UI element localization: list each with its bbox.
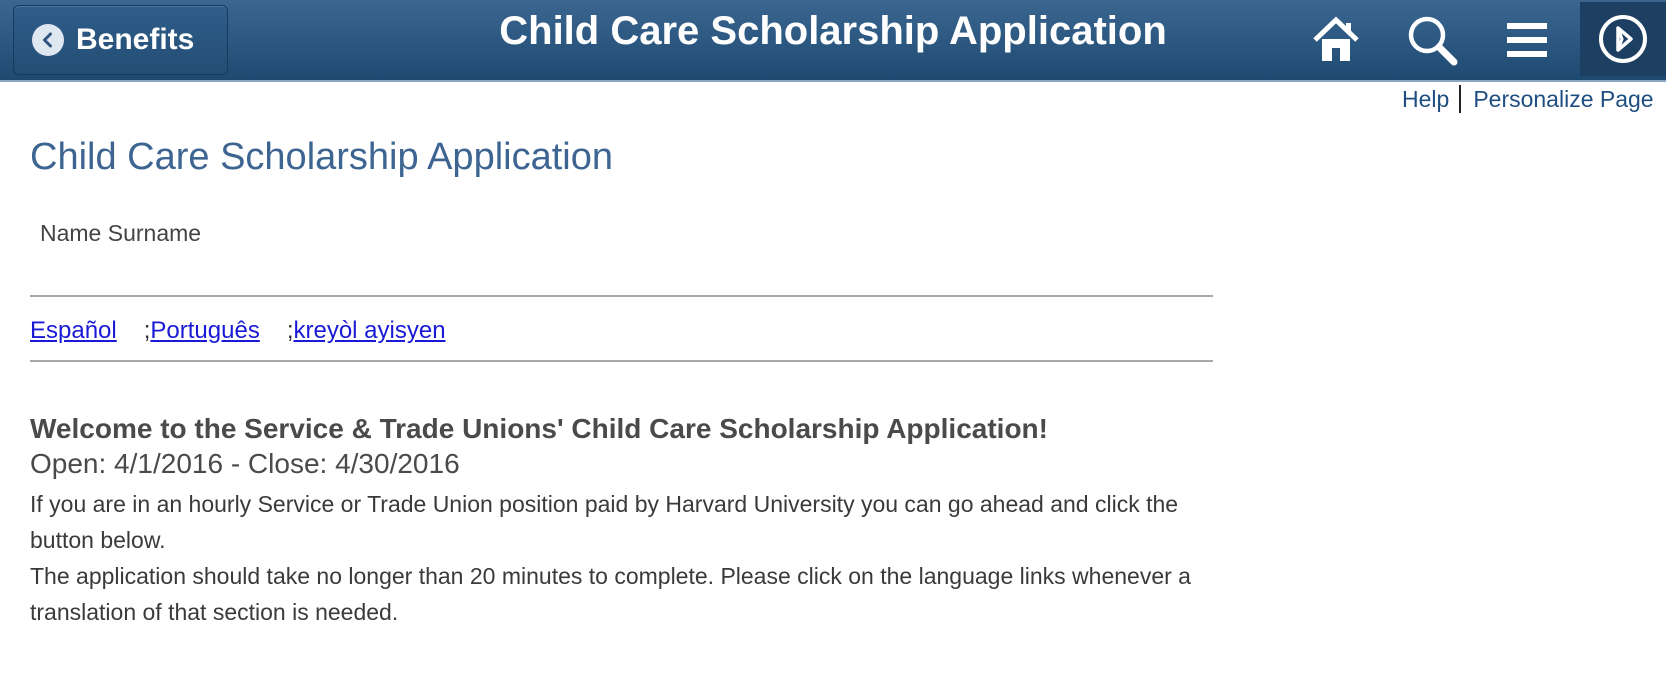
language-link-portugues[interactable]: Português bbox=[150, 317, 259, 344]
user-name: Name Surname bbox=[40, 220, 202, 246]
search-icon[interactable] bbox=[1402, 10, 1462, 70]
page-title: Child Care Scholarship Application bbox=[30, 136, 613, 178]
menu-icon[interactable] bbox=[1497, 10, 1557, 70]
divider bbox=[1459, 84, 1462, 113]
divider bbox=[30, 360, 1213, 362]
help-link[interactable]: Help bbox=[1402, 86, 1449, 112]
top-banner: Benefits Child Care Scholarship Applicat… bbox=[0, 0, 1666, 82]
instructions-paragraph: The application should take no longer th… bbox=[30, 563, 1191, 625]
divider bbox=[30, 295, 1213, 297]
welcome-heading: Welcome to the Service & Trade Unions' C… bbox=[30, 413, 1048, 444]
language-link-kreyol[interactable]: kreyòl ayisyen bbox=[293, 317, 445, 344]
open-close-dates: Open: 4/1/2016 - Close: 4/30/2016 bbox=[30, 448, 460, 479]
language-link-espanol[interactable]: Español bbox=[30, 317, 117, 344]
help-links: Help Personalize Page bbox=[1402, 84, 1654, 115]
home-icon[interactable] bbox=[1306, 10, 1366, 70]
language-links: Español ;Português ;kreyòl ayisyen bbox=[30, 317, 446, 345]
intro-paragraph: If you are in an hourly Service or Trade… bbox=[30, 491, 1179, 553]
personalize-page-link[interactable]: Personalize Page bbox=[1473, 86, 1653, 112]
navbar-icon[interactable] bbox=[1580, 2, 1666, 76]
